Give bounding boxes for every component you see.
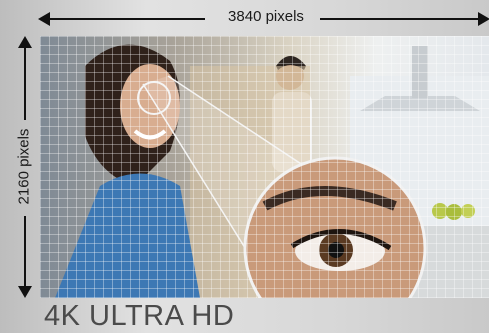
height-dimension: 2160 pixels — [0, 36, 40, 298]
height-line-bottom — [24, 216, 26, 292]
width-line-right — [320, 18, 480, 20]
brand-title: 4K ULTRA HD — [44, 300, 235, 332]
width-dimension: 3840 pixels — [0, 0, 489, 36]
width-label: 3840 pixels — [228, 8, 304, 25]
width-line-left — [45, 18, 205, 20]
height-line-top — [24, 44, 26, 120]
arrow-down-icon — [18, 286, 32, 298]
hero-photo — [40, 36, 489, 298]
arrow-right-icon — [478, 12, 489, 26]
pixel-grid — [40, 36, 489, 298]
height-label: 2160 pixels — [15, 128, 33, 205]
